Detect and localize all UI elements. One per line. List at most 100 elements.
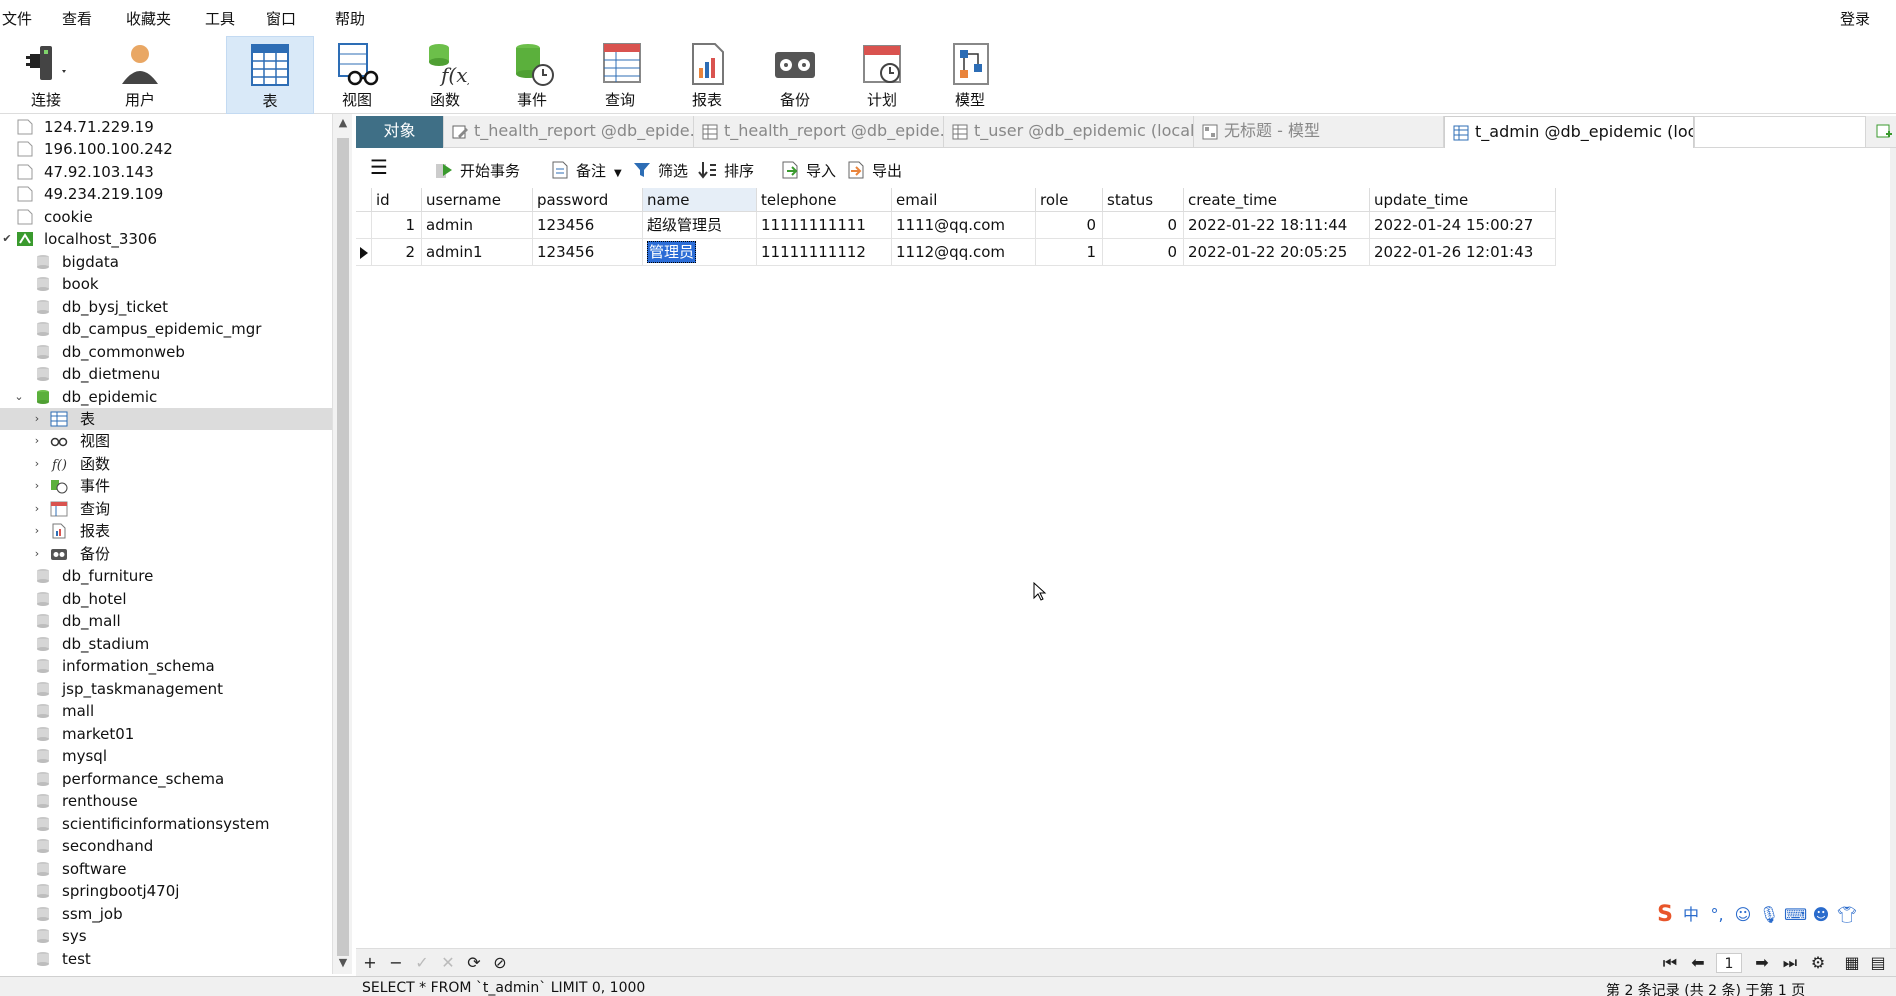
table-cell[interactable]: 2022-01-24 15:00:27	[1370, 212, 1556, 239]
scrollbar-thumb[interactable]	[337, 138, 349, 956]
tree-item-database[interactable]: bigdata	[0, 251, 332, 273]
column-header-update-time[interactable]: update_time	[1370, 188, 1556, 212]
column-header-create-time[interactable]: create_time	[1184, 188, 1370, 212]
chevron-right-icon[interactable]: ›	[30, 453, 44, 475]
table-cell[interactable]: 11111111112	[757, 239, 892, 266]
grid-view-icon[interactable]: ▦	[1842, 953, 1862, 973]
punctuation-icon[interactable]: °,	[1706, 904, 1728, 926]
tree-item-tables[interactable]: › 表	[0, 408, 332, 430]
menu-file[interactable]: 文件	[2, 8, 32, 29]
chevron-right-icon[interactable]: ›	[30, 430, 44, 452]
tree-item-database[interactable]: db_campus_epidemic_mgr	[0, 318, 332, 340]
chevron-right-icon[interactable]: ›	[30, 475, 44, 497]
scroll-down-icon[interactable]: ▼	[333, 956, 353, 969]
tab-untitled-model[interactable]: 无标题 - 模型	[1194, 116, 1444, 148]
menu-window[interactable]: 窗口	[266, 8, 296, 29]
stop-icon[interactable]: ⊘	[490, 953, 510, 973]
tree-item-database[interactable]: renthouse	[0, 790, 332, 812]
menu-tools[interactable]: 工具	[205, 8, 235, 29]
table-cell[interactable]: 0	[1103, 212, 1184, 239]
tree-item-database[interactable]: software	[0, 858, 332, 880]
first-page-icon[interactable]: ⏮	[1660, 953, 1680, 973]
tree-item-database[interactable]: test	[0, 948, 332, 970]
import-button[interactable]: 导入	[780, 160, 836, 182]
tree-item-database[interactable]: db_mall	[0, 610, 332, 632]
login-link[interactable]: 登录	[1840, 8, 1870, 29]
table-cell[interactable]: 2	[372, 239, 422, 266]
table-cell-editing[interactable]: 管理员	[643, 239, 757, 266]
dropdown-arrow-icon[interactable]: ▼	[614, 168, 622, 179]
column-header-password[interactable]: password	[533, 188, 643, 212]
tree-item-database[interactable]: db_bysj_ticket	[0, 296, 332, 318]
menu-favorites[interactable]: 收藏夹	[126, 8, 171, 29]
toolbar-query-button[interactable]: 查询	[576, 36, 664, 114]
previous-page-icon[interactable]: ⬅	[1688, 953, 1708, 973]
table-cell[interactable]: 2022-01-22 18:11:44	[1184, 212, 1370, 239]
table-cell[interactable]: 1	[1036, 239, 1103, 266]
add-record-icon[interactable]: +	[360, 953, 380, 973]
toolbar-schedule-button[interactable]: 计划	[838, 36, 926, 114]
column-header-status[interactable]: status	[1103, 188, 1184, 212]
filter-button[interactable]: 筛选	[632, 160, 688, 182]
tree-item-connection[interactable]: cookie	[0, 206, 332, 228]
table-cell[interactable]: 11111111111	[757, 212, 892, 239]
table-cell[interactable]: admin	[422, 212, 533, 239]
column-header-role[interactable]: role	[1036, 188, 1103, 212]
tab-health-report-data[interactable]: t_health_report @db_epide...	[694, 116, 944, 148]
discard-changes-icon[interactable]: ✕	[438, 953, 458, 973]
tree-item-database[interactable]: db_hotel	[0, 588, 332, 610]
tree-item-database[interactable]: book	[0, 273, 332, 295]
table-cell[interactable]: 2022-01-26 12:01:43	[1370, 239, 1556, 266]
menu-view[interactable]: 查看	[62, 8, 92, 29]
keyboard-icon[interactable]: ⌨	[1784, 904, 1807, 926]
tree-item-database[interactable]: mysql	[0, 745, 332, 767]
page-number-input[interactable]: 1	[1716, 953, 1742, 973]
settings-gear-icon[interactable]: ⚙	[1808, 953, 1828, 973]
emoji-icon[interactable]: ☺	[1732, 904, 1754, 926]
memo-button[interactable]: 备注 ▼	[550, 160, 622, 182]
table-cell[interactable]: 123456	[533, 212, 643, 239]
last-page-icon[interactable]: ⏭	[1780, 953, 1800, 973]
tree-scrollbar[interactable]: ▲ ▼	[332, 114, 352, 974]
table-cell[interactable]: 1	[372, 212, 422, 239]
column-header-telephone[interactable]: telephone	[757, 188, 892, 212]
row-marker[interactable]	[356, 212, 372, 239]
refresh-icon[interactable]: ⟳	[464, 953, 484, 973]
tree-item-functions[interactable]: › f() 函数	[0, 453, 332, 475]
tab-admin[interactable]: t_admin @db_epidemic (loc...	[1444, 116, 1694, 148]
current-row-marker[interactable]	[356, 239, 372, 266]
toolbar-backup-button[interactable]: 备份	[751, 36, 839, 114]
grid-vertical-scrollbar[interactable]	[1890, 148, 1896, 948]
tree-item-connection[interactable]: 124.71.229.19	[0, 116, 332, 138]
toolbar-view-button[interactable]: 视图	[313, 36, 401, 114]
tree-item-database[interactable]: market01	[0, 723, 332, 745]
toolbar-connect-button[interactable]: 连接	[2, 36, 90, 114]
tab-objects[interactable]: 对象	[356, 116, 444, 148]
tree-item-database[interactable]: scientificinformationsystem	[0, 813, 332, 835]
tree-item-database[interactable]: sys	[0, 925, 332, 947]
microphone-icon[interactable]: 🎙︎	[1758, 904, 1780, 926]
ime-chinese-mode[interactable]: 中	[1680, 904, 1702, 926]
menu-help[interactable]: 帮助	[335, 8, 365, 29]
tab-health-report-design[interactable]: t_health_report @db_epide...	[444, 116, 694, 148]
tree-item-database[interactable]: mall	[0, 700, 332, 722]
export-button[interactable]: 导出	[846, 160, 902, 182]
toolbar-report-button[interactable]: 报表	[663, 36, 751, 114]
tree-item-database[interactable]: db_furniture	[0, 565, 332, 587]
table-cell[interactable]: 0	[1036, 212, 1103, 239]
tree-item-database[interactable]: jsp_taskmanagement	[0, 678, 332, 700]
user-avatar-icon[interactable]: ☻	[1810, 904, 1832, 926]
column-header-username[interactable]: username	[422, 188, 533, 212]
chevron-right-icon[interactable]: ›	[30, 408, 44, 430]
table-cell[interactable]: 1112@qq.com	[892, 239, 1036, 266]
toolbar-model-button[interactable]: 模型	[926, 36, 1014, 114]
tree-item-events[interactable]: › 事件	[0, 475, 332, 497]
begin-transaction-button[interactable]: 开始事务	[434, 160, 520, 182]
table-cell[interactable]: 123456	[533, 239, 643, 266]
expanded-chevron-icon[interactable]: ✔	[0, 228, 14, 250]
skin-shirt-icon[interactable]: 👕︎	[1836, 904, 1858, 926]
new-tab-icon[interactable]	[1876, 124, 1892, 140]
tree-item-database[interactable]: secondhand	[0, 835, 332, 857]
sort-button[interactable]: 排序	[698, 160, 754, 182]
chevron-down-icon[interactable]: ⌄	[12, 386, 26, 408]
